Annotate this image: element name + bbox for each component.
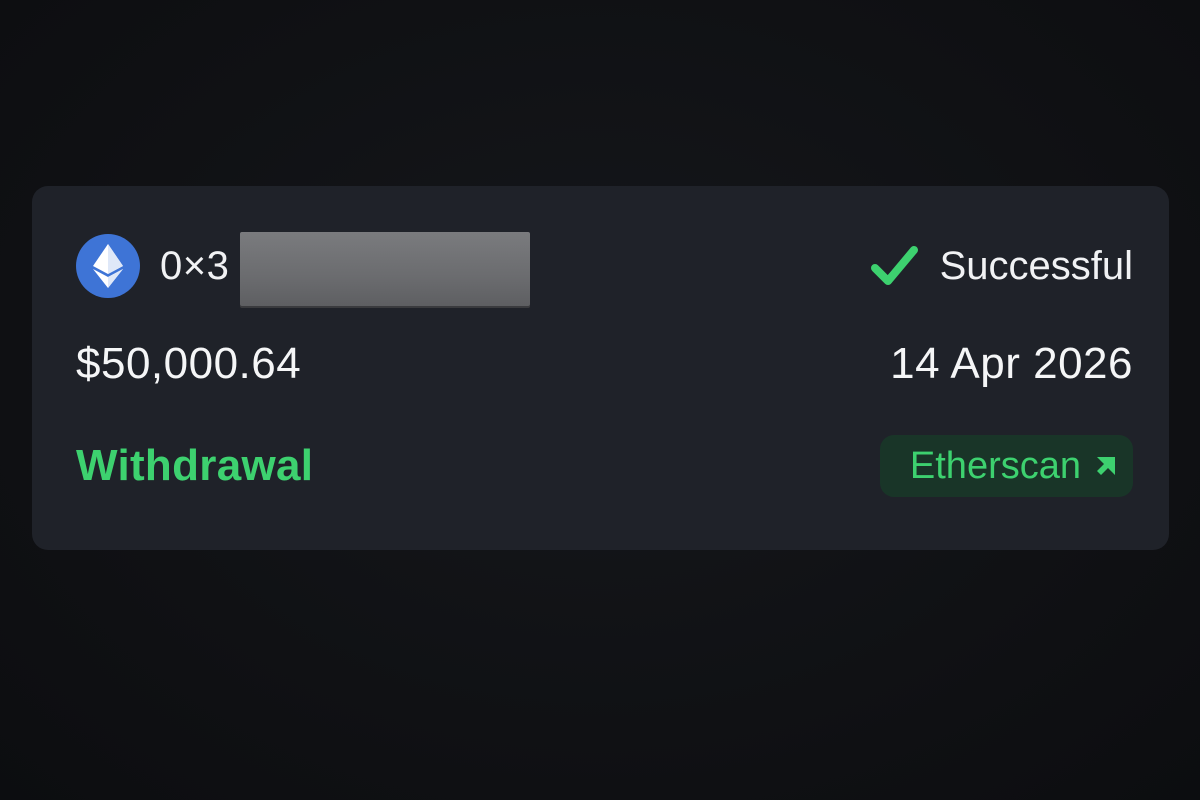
status-indicator: Successful <box>870 242 1133 290</box>
address-group: 0×3 <box>76 232 530 306</box>
external-link-icon <box>1097 457 1115 475</box>
transaction-amount: $50,000.64 <box>76 339 302 388</box>
transaction-date: 14 Apr 2026 <box>890 339 1133 388</box>
etherscan-button[interactable]: Etherscan <box>879 435 1133 497</box>
address-prefix: 0×3 <box>160 243 230 288</box>
ethereum-icon <box>76 234 140 298</box>
transaction-card[interactable]: 0×3 Successful $50,000.64 14 Apr 2026 Wi… <box>32 186 1169 550</box>
address-redaction-block <box>240 232 530 306</box>
transaction-header-row: 0×3 Successful <box>76 232 1133 306</box>
amount-row: $50,000.64 14 Apr 2026 <box>76 334 1133 394</box>
etherscan-label: Etherscan <box>909 444 1081 487</box>
status-label: Successful <box>939 243 1133 288</box>
page: 0×3 Successful $50,000.64 14 Apr 2026 Wi… <box>0 0 1200 800</box>
checkmark-icon <box>870 246 918 285</box>
type-row: Withdrawal Etherscan <box>76 434 1133 498</box>
wallet-address: 0×3 <box>160 232 530 306</box>
transaction-type: Withdrawal <box>76 441 314 490</box>
